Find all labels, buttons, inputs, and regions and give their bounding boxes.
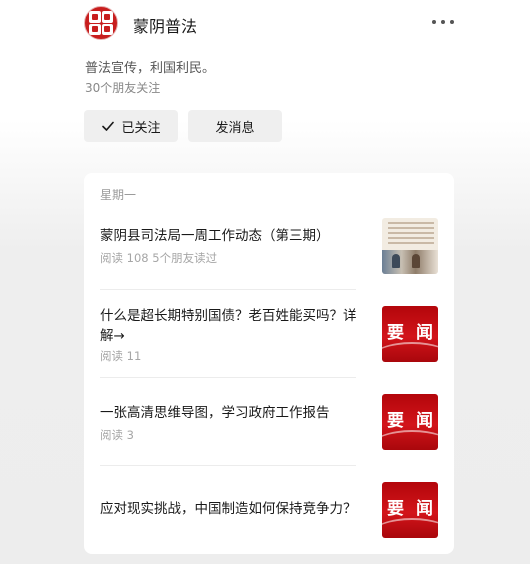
more-options-icon[interactable] xyxy=(432,11,454,33)
send-message-button-label: 发消息 xyxy=(215,120,255,136)
account-slogan: 普法宣传，利国利民。 xyxy=(85,61,216,76)
send-message-button[interactable]: 发消息 xyxy=(188,110,282,142)
day-label: 星期一 xyxy=(100,188,137,202)
article-item[interactable]: 应对现实挑战，中国制造如何保持竞争力？ 要 闻 xyxy=(100,482,438,542)
divider xyxy=(100,465,356,466)
article-item[interactable]: 什么是超长期特别国债？老百姓能买吗？详解→ 阅读 11 要 闻 xyxy=(100,306,438,366)
friends-following-count[interactable]: 30个朋友关注 xyxy=(85,79,160,96)
article-title: 什么是超长期特别国债？老百姓能买吗？详解→ xyxy=(100,308,357,344)
article-meta: 阅读 108 5个朋友读过 xyxy=(100,251,218,265)
article-title: 蒙阴县司法局一周工作动态（第三期） xyxy=(100,228,330,244)
check-icon xyxy=(102,121,115,131)
thumbnail-text: 要 xyxy=(387,323,404,343)
thumbnail-text: 要 xyxy=(387,499,404,519)
article-thumbnail: 要 闻 xyxy=(382,306,438,362)
article-thumbnail: 要 闻 xyxy=(382,482,438,538)
divider xyxy=(100,377,356,378)
followed-button[interactable]: 已关注 xyxy=(84,110,178,142)
seal-logo-icon xyxy=(89,11,113,35)
article-meta: 阅读 11 xyxy=(100,349,142,363)
article-item[interactable]: 一张高清思维导图，学习政府工作报告 阅读 3 要 闻 xyxy=(100,394,438,454)
followed-button-label: 已关注 xyxy=(121,120,161,136)
article-meta: 阅读 3 xyxy=(100,428,134,442)
article-thumbnail: 要 闻 xyxy=(382,394,438,450)
article-title: 应对现实挑战，中国制造如何保持竞争力？ xyxy=(100,501,357,517)
article-thumbnail xyxy=(382,218,438,274)
divider xyxy=(100,289,356,290)
article-list-card: 星期一 蒙阴县司法局一周工作动态（第三期） 阅读 108 5个朋友读过 什么是超… xyxy=(84,173,454,554)
account-name: 蒙阴普法 xyxy=(133,17,198,36)
thumbnail-text: 闻 xyxy=(416,323,433,343)
account-avatar[interactable] xyxy=(84,6,118,40)
thumbnail-text: 闻 xyxy=(416,499,433,519)
thumbnail-text: 要 xyxy=(387,411,404,431)
thumbnail-text: 闻 xyxy=(416,411,433,431)
article-title: 一张高清思维导图，学习政府工作报告 xyxy=(100,405,330,421)
profile-header: 蒙阴普法 xyxy=(84,6,454,42)
article-item[interactable]: 蒙阴县司法局一周工作动态（第三期） 阅读 108 5个朋友读过 xyxy=(100,218,438,278)
